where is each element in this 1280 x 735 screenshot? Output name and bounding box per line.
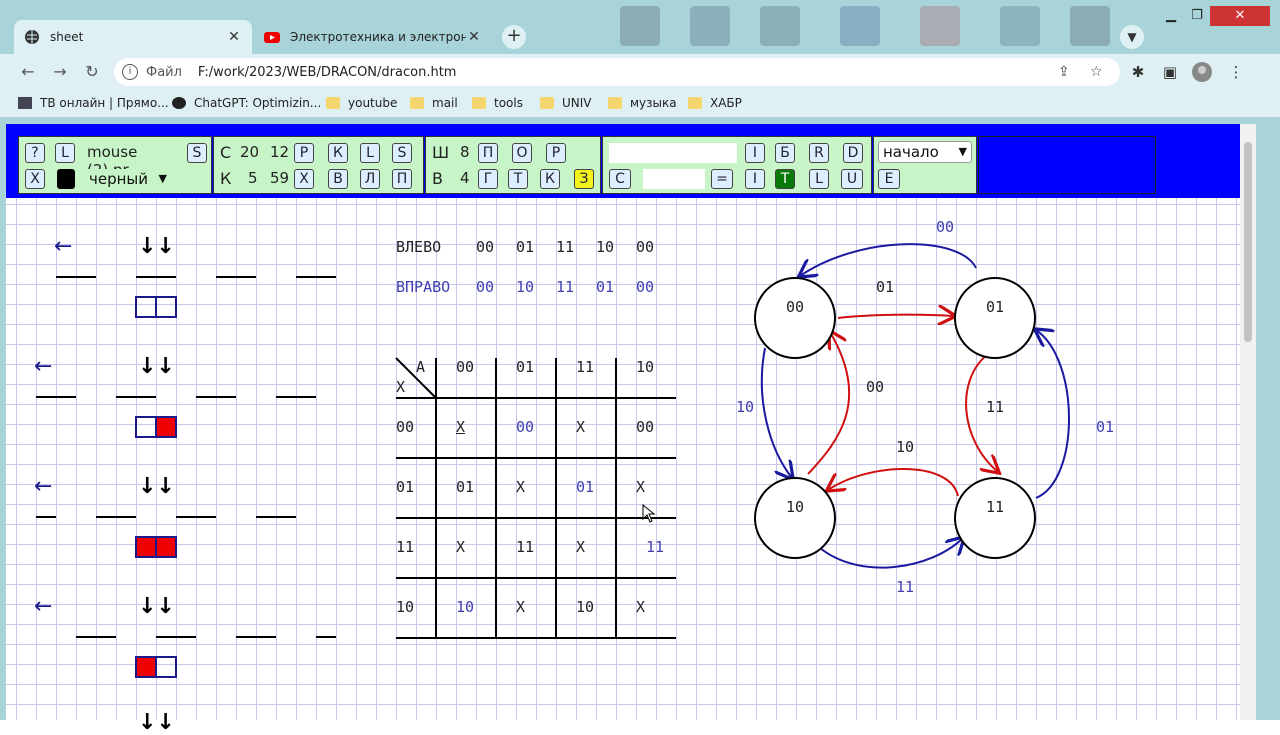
- state-label: 01: [986, 298, 1005, 316]
- state-graph: [754, 243, 1070, 569]
- state-node: [954, 477, 1036, 559]
- edge-label: 01: [876, 278, 895, 296]
- state-label: 10: [786, 498, 805, 516]
- edge-label: 01: [1096, 418, 1115, 436]
- edge-label: 10: [896, 438, 915, 456]
- state-label: 00: [786, 298, 805, 316]
- state-node: [754, 277, 836, 359]
- state-label: 11: [986, 498, 1005, 516]
- state-node: [954, 277, 1036, 359]
- edge-label: 10: [736, 398, 755, 416]
- edge-label: 11: [896, 578, 915, 596]
- edge-label: 00: [936, 218, 955, 236]
- edge-label: 00: [866, 378, 885, 396]
- edge-label: 11: [986, 398, 1005, 416]
- state-node: [754, 477, 836, 559]
